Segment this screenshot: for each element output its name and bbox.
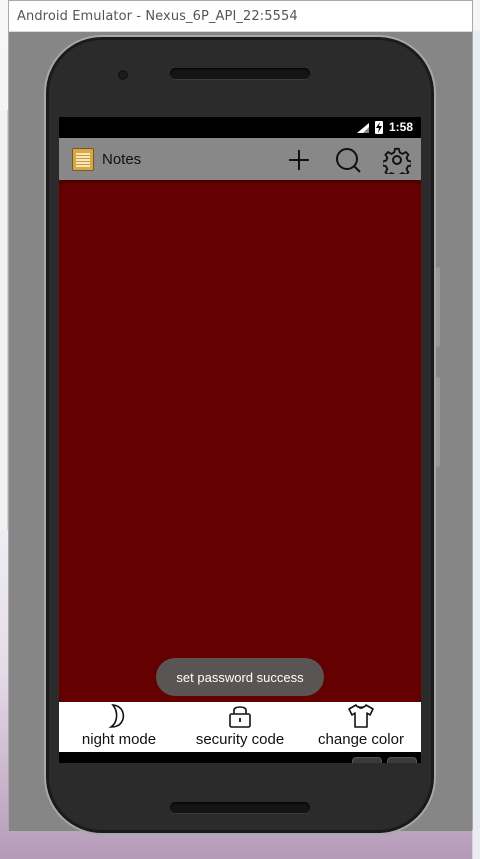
- change-color-button[interactable]: change color: [301, 702, 421, 752]
- gear-icon: [383, 147, 411, 174]
- add-note-button[interactable]: [284, 145, 314, 175]
- microphone-icon: [359, 762, 375, 763]
- emulator-client-area: 1:58 Notes set password success night mo…: [9, 32, 472, 835]
- rotate-icon: [391, 762, 413, 763]
- phone-frame: 1:58 Notes set password success night mo…: [44, 35, 440, 835]
- change-color-label: change color: [318, 731, 404, 748]
- home-button[interactable]: [227, 761, 253, 763]
- rotate-button[interactable]: [387, 757, 417, 763]
- battery-charging-icon: [375, 121, 383, 134]
- phone-screen: 1:58 Notes set password success night mo…: [59, 117, 421, 763]
- bottom-menu-bar: night mode security code change color: [59, 702, 421, 752]
- emulator-window: Android Emulator - Nexus_6P_API_22:5554 …: [8, 0, 473, 835]
- action-bar: Notes: [59, 138, 421, 180]
- window-title: Android Emulator - Nexus_6P_API_22:5554: [17, 9, 298, 24]
- lock-icon: [229, 706, 251, 728]
- bottom-speaker: [170, 802, 310, 813]
- tshirt-icon: [348, 704, 374, 728]
- status-time: 1:58: [388, 120, 413, 134]
- front-camera: [118, 70, 128, 80]
- background-window-strip-right: [472, 30, 480, 859]
- search-button[interactable]: [333, 145, 363, 175]
- background-window-strip: [0, 110, 8, 530]
- power-button[interactable]: [436, 267, 440, 347]
- security-code-button[interactable]: security code: [180, 702, 300, 752]
- navigation-bar: [59, 752, 421, 763]
- volume-button[interactable]: [436, 377, 440, 467]
- signal-icon: [357, 123, 369, 133]
- window-titlebar[interactable]: Android Emulator - Nexus_6P_API_22:5554: [9, 1, 472, 32]
- settings-button[interactable]: [382, 145, 412, 175]
- toast-text: set password success: [176, 669, 304, 685]
- app-title: Notes: [102, 151, 142, 168]
- security-code-label: security code: [195, 731, 285, 748]
- status-bar: 1:58: [59, 117, 421, 138]
- search-icon: [336, 148, 361, 173]
- plus-icon: [289, 150, 309, 170]
- night-mode-label: night mode: [81, 731, 157, 748]
- voice-input-button[interactable]: [352, 757, 382, 763]
- top-speaker: [170, 68, 310, 79]
- moon-icon: [108, 704, 125, 728]
- back-button[interactable]: [125, 761, 151, 763]
- toast-message: set password success: [156, 658, 324, 696]
- night-mode-button[interactable]: night mode: [59, 702, 179, 752]
- notepad-icon: [72, 148, 94, 171]
